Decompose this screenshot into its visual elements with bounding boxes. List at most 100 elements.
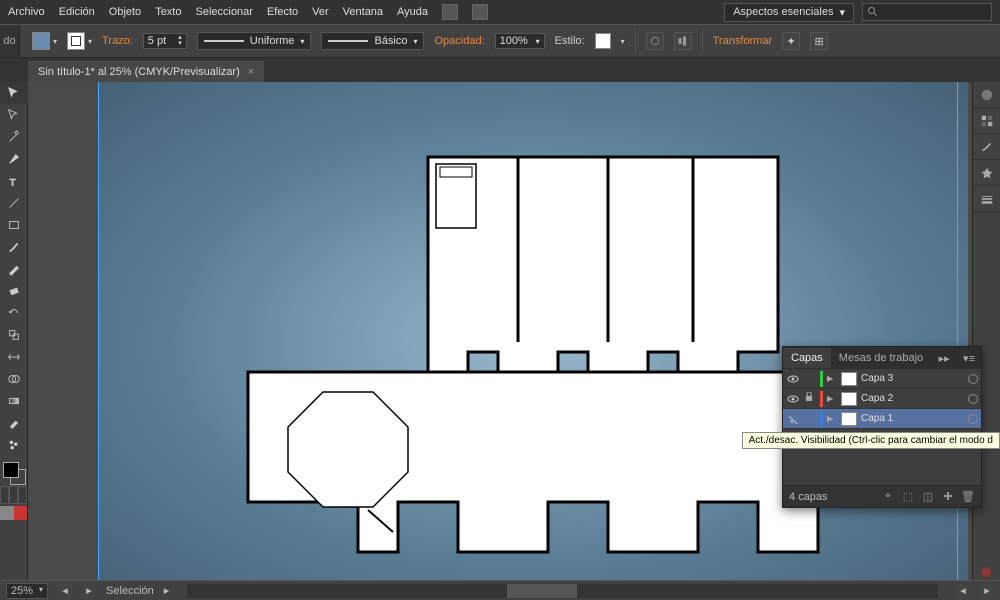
direct-selection-tool[interactable] — [0, 104, 28, 126]
stroke-label[interactable]: Trazo: — [102, 35, 133, 47]
swatches-panel-button[interactable] — [973, 108, 1000, 134]
symbols-panel-button[interactable] — [973, 160, 1000, 186]
layer-row[interactable]: ▶ Capa 3 — [783, 369, 981, 389]
menu-ventana[interactable]: Ventana — [343, 6, 383, 18]
layers-panel: Capas Mesas de trabajo ▸▸ ▾≡ ▶ Capa 3 ▶ … — [782, 346, 982, 508]
control-bar: do ▾ ▾ Trazo: 5 pt▴▾ Uniforme▾ Básico▾ O… — [0, 24, 1000, 58]
menu-archivo[interactable]: Archivo — [8, 6, 45, 18]
panel-menu-icon[interactable]: ▾≡ — [957, 352, 981, 365]
arrange-icon[interactable] — [472, 4, 488, 20]
tab-capas[interactable]: Capas — [783, 348, 831, 368]
artboard-prev-icon[interactable]: ◂ — [58, 584, 72, 598]
foreground-color[interactable] — [3, 462, 19, 478]
lock-toggle[interactable] — [804, 392, 816, 405]
new-layer-icon[interactable]: ✚ — [941, 490, 955, 504]
make-clip-icon[interactable]: ⬚ — [901, 490, 915, 504]
visibility-toggle[interactable] — [786, 372, 800, 386]
target-icon[interactable] — [968, 374, 978, 384]
tools-panel: T — [0, 82, 28, 580]
stroke-dash-dropdown[interactable]: Uniforme▾ — [197, 32, 312, 50]
scroll-left-icon[interactable]: ◂ — [956, 584, 970, 598]
scroll-right-icon[interactable]: ▸ — [980, 584, 994, 598]
menu-objeto[interactable]: Objeto — [109, 6, 141, 18]
pen-tool[interactable] — [0, 148, 28, 170]
stroke-panel-button[interactable] — [973, 186, 1000, 212]
menu-efecto[interactable]: Efecto — [267, 6, 298, 18]
close-icon[interactable]: × — [248, 66, 254, 78]
brush-tool[interactable] — [0, 236, 28, 258]
target-icon[interactable] — [968, 414, 978, 424]
search-input[interactable] — [862, 3, 992, 21]
document-tab-bar: Sin título-1* al 25% (CMYK/Previsualizar… — [0, 58, 1000, 82]
layer-thumbnail — [841, 372, 857, 386]
expand-icon[interactable]: ▶ — [827, 394, 837, 403]
opacity-input[interactable]: 100%▾ — [495, 33, 545, 49]
menu-ayuda[interactable]: Ayuda — [397, 6, 428, 18]
artboard-next-icon[interactable]: ▸ — [82, 584, 96, 598]
transform-label[interactable]: Transformar — [713, 35, 773, 47]
screen-mode[interactable] — [0, 506, 27, 520]
visibility-toggle[interactable] — [786, 412, 800, 426]
menu-ver[interactable]: Ver — [312, 6, 329, 18]
layer-row[interactable]: ▶ Capa 2 — [783, 389, 981, 409]
tab-mesas[interactable]: Mesas de trabajo — [831, 348, 931, 368]
shape-builder-tool[interactable] — [0, 368, 28, 390]
document-tab[interactable]: Sin título-1* al 25% (CMYK/Previsualizar… — [28, 61, 264, 82]
panel-collapse-icon[interactable]: ▸▸ — [933, 352, 956, 365]
stroke-swatch[interactable] — [67, 32, 85, 50]
style-swatch[interactable] — [595, 33, 611, 49]
symbol-sprayer-tool[interactable] — [0, 434, 28, 456]
scale-tool[interactable] — [0, 324, 28, 346]
menu-texto[interactable]: Texto — [155, 6, 181, 18]
menu-seleccionar[interactable]: Seleccionar — [195, 6, 252, 18]
tooltip: Act./desac. Visibilidad (Ctrl-clic para … — [742, 432, 1000, 449]
layer-name[interactable]: Capa 3 — [861, 373, 964, 384]
color-panel-button[interactable] — [973, 82, 1000, 108]
guide-left[interactable] — [98, 82, 99, 580]
delete-layer-icon[interactable]: 🗑 — [961, 490, 975, 504]
horizontal-scrollbar[interactable] — [187, 584, 938, 598]
pencil-tool[interactable] — [0, 258, 28, 280]
svg-text:T: T — [10, 177, 16, 188]
tab-title: Sin título-1* al 25% (CMYK/Previsualizar… — [38, 66, 240, 78]
brushes-panel-button[interactable] — [973, 134, 1000, 160]
draw-mode[interactable] — [0, 486, 27, 504]
magic-wand-tool[interactable] — [0, 126, 28, 148]
eraser-tool[interactable] — [0, 280, 28, 302]
type-tool[interactable]: T — [0, 170, 28, 192]
gradient-tool[interactable] — [0, 390, 28, 412]
expand-icon[interactable]: ▶ — [827, 414, 837, 423]
target-icon[interactable] — [968, 394, 978, 404]
fill-swatch[interactable] — [32, 32, 50, 50]
width-tool[interactable] — [0, 346, 28, 368]
recolor-icon[interactable] — [646, 32, 664, 50]
layer-name[interactable]: Capa 2 — [861, 393, 964, 404]
scrollbar-thumb[interactable] — [507, 584, 577, 598]
locate-icon[interactable]: ⌖ — [881, 490, 895, 504]
eyedropper-tool[interactable] — [0, 412, 28, 434]
fill-stroke-selector[interactable] — [0, 460, 27, 486]
bridge-icon[interactable] — [442, 4, 458, 20]
expand-icon[interactable]: ▶ — [827, 374, 837, 383]
new-sublayer-icon[interactable]: ◫ — [921, 490, 935, 504]
rotate-tool[interactable] — [0, 302, 28, 324]
watermark: ⬤ — [981, 567, 992, 578]
align-icon[interactable] — [674, 32, 692, 50]
isolate-icon[interactable]: ✦ — [782, 32, 800, 50]
layer-row[interactable]: ▶ Capa 1 — [783, 409, 981, 429]
search-icon — [867, 6, 879, 18]
chevron-right-icon[interactable]: ▸ — [164, 584, 170, 597]
visibility-toggle[interactable] — [786, 392, 800, 406]
control-left-toggle[interactable]: do — [0, 25, 20, 57]
line-tool[interactable] — [0, 192, 28, 214]
workspace-dropdown[interactable]: Aspectos esenciales▾ — [724, 3, 854, 22]
opacity-label[interactable]: Opacidad: — [434, 35, 484, 47]
edit-icon[interactable]: ⊞ — [810, 32, 828, 50]
stroke-profile-dropdown[interactable]: Básico▾ — [321, 32, 424, 50]
rectangle-tool[interactable] — [0, 214, 28, 236]
stroke-weight-input[interactable]: 5 pt▴▾ — [143, 33, 187, 49]
layer-name[interactable]: Capa 1 — [861, 413, 964, 424]
selection-tool[interactable] — [0, 82, 28, 104]
zoom-dropdown[interactable]: 25%▾ — [6, 583, 48, 599]
menu-edicion[interactable]: Edición — [59, 6, 95, 18]
